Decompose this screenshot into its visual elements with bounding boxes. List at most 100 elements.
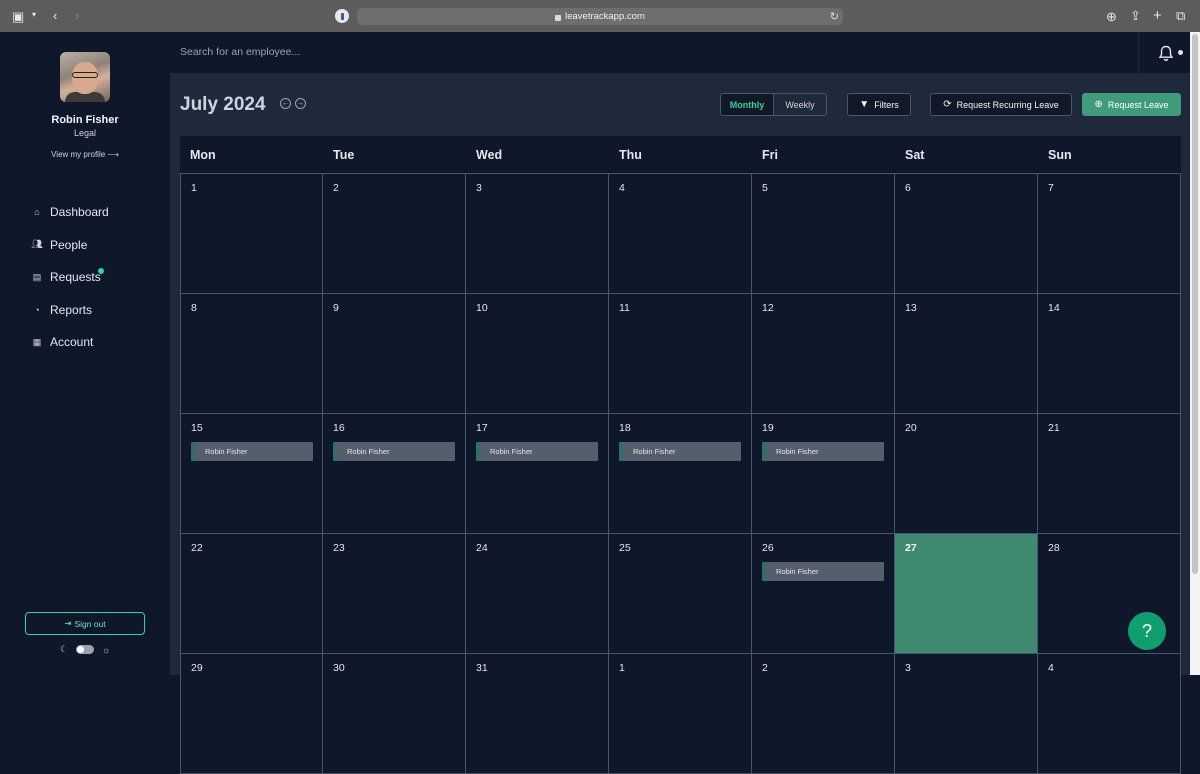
day-number: 16 [333, 422, 345, 434]
calendar-day[interactable]: 20 [895, 414, 1038, 534]
lock-icon [555, 14, 562, 21]
building-icon: ▦ [32, 336, 42, 347]
calendar-day[interactable]: 16 Robin Fisher [323, 414, 466, 534]
view-profile-link[interactable]: View my profile ⟶ [0, 150, 170, 159]
calendar: Mon Tue Wed Thu Fri Sat Sun 1 2 3 4 5 6 7 8 9 10 11 12 13 1… [180, 136, 1181, 774]
day-number: 4 [619, 182, 625, 194]
share-icon[interactable]: ⇪ [1130, 9, 1141, 22]
calendar-day[interactable]: 13 [895, 294, 1038, 414]
calendar-day[interactable]: 12 [752, 294, 895, 414]
sidebar-item-people[interactable]: 👥︎ People [31, 229, 109, 262]
weekday-label: Sat [905, 147, 925, 162]
calendar-day[interactable]: 29 [180, 654, 323, 774]
calendar-day[interactable]: 23 [323, 534, 466, 654]
calendar-day[interactable]: 5 [752, 174, 895, 294]
theme-toggle[interactable]: ☾ ☼ [60, 644, 110, 655]
previous-month-button[interactable]: ← [280, 98, 291, 109]
user-department: Legal [73, 128, 97, 138]
calendar-day[interactable]: 3 [466, 174, 609, 294]
tab-weekly[interactable]: Weekly [774, 94, 826, 115]
scrollbar-thumb[interactable] [1192, 34, 1198, 574]
forward-icon[interactable]: › [75, 9, 79, 22]
calendar-day-today[interactable]: 27 [895, 534, 1038, 654]
day-number: 1 [191, 182, 197, 194]
status-dot [1178, 50, 1183, 55]
leave-event[interactable]: Robin Fisher [762, 562, 884, 581]
weekday-label: Sun [1048, 147, 1072, 162]
calendar-day[interactable]: 4 [1038, 654, 1181, 774]
day-number: 20 [905, 422, 917, 434]
page-title: July 2024 [180, 94, 266, 115]
download-icon[interactable]: ⊕ [1106, 10, 1117, 23]
sidebar-toggle-icon[interactable]: ▣ [12, 10, 24, 23]
weekday-label: Fri [762, 147, 778, 162]
sign-out-button[interactable]: ⇥ Sign out [25, 612, 145, 635]
day-number: 1 [619, 662, 625, 674]
calendar-day[interactable]: 26 Robin Fisher [752, 534, 895, 654]
leave-event[interactable]: Robin Fisher [191, 442, 313, 461]
reload-icon[interactable]: ↻ [830, 10, 839, 23]
filters-button[interactable]: ▼ Filters [847, 93, 911, 116]
calendar-day[interactable]: 8 [180, 294, 323, 414]
moon-icon: ☾ [60, 644, 69, 654]
calendar-day[interactable]: 4 [609, 174, 752, 294]
theme-switch[interactable] [76, 645, 95, 654]
bell-icon [1158, 45, 1173, 61]
calendar-day[interactable]: 6 [895, 174, 1038, 294]
calendar-day[interactable]: 14 [1038, 294, 1181, 414]
calendar-day[interactable]: 7 [1038, 174, 1181, 294]
back-icon[interactable]: ‹ [53, 9, 57, 22]
calendar-day[interactable]: 30 [323, 654, 466, 774]
day-number: 10 [476, 302, 488, 314]
calendar-day[interactable]: 9 [323, 294, 466, 414]
request-recurring-leave-button[interactable]: ⟳ Request Recurring Leave [930, 93, 1072, 116]
address-bar[interactable]: leavetrackapp.com ↻ [357, 8, 843, 25]
weekday-label: Wed [476, 147, 503, 162]
leave-event[interactable]: Robin Fisher [619, 442, 741, 461]
sidebar-item-label: Account [50, 335, 94, 350]
calendar-day[interactable]: 10 [466, 294, 609, 414]
password-manager-icon[interactable] [335, 9, 349, 23]
calendar-day[interactable]: 24 [466, 534, 609, 654]
day-number: 29 [191, 662, 203, 674]
weekday-label: Mon [190, 147, 216, 162]
calendar-day[interactable]: 2 [323, 174, 466, 294]
calendar-day[interactable]: 18 Robin Fisher [609, 414, 752, 534]
calendar-day[interactable]: 15 Robin Fisher [180, 414, 323, 534]
avatar[interactable] [60, 52, 110, 102]
day-number: 22 [191, 542, 203, 554]
day-number: 21 [1048, 422, 1060, 434]
calendar-day[interactable]: 25 [609, 534, 752, 654]
calendar-day[interactable]: 19 Robin Fisher [752, 414, 895, 534]
tabs-overview-icon[interactable]: ⧉ [1176, 9, 1185, 22]
calendar-day[interactable]: 11 [609, 294, 752, 414]
calendar-day[interactable]: 31 [466, 654, 609, 774]
calendar-day[interactable]: 3 [895, 654, 1038, 774]
sign-out-icon: ⇥ [64, 618, 72, 628]
sidebar-item-dashboard[interactable]: ⌂ Dashboard [32, 196, 108, 229]
help-button[interactable]: ? [1128, 612, 1166, 650]
sign-out-label: Sign out [74, 618, 106, 629]
leave-event[interactable]: Robin Fisher [476, 442, 598, 461]
calendar-day[interactable]: 17 Robin Fisher [466, 414, 609, 534]
plus-circle-icon: ⊕ [1094, 99, 1103, 110]
leave-event[interactable]: Robin Fisher [333, 442, 455, 461]
request-leave-button[interactable]: ⊕ Request Leave [1082, 93, 1181, 116]
chevron-down-icon[interactable]: ▾ [32, 11, 36, 19]
sidebar-item-reports[interactable]: ◔ Reports [32, 294, 109, 327]
sidebar-item-requests[interactable]: ▤ Requests [32, 261, 109, 294]
calendar-day[interactable]: 1 [180, 174, 323, 294]
calendar-day[interactable]: 21 [1038, 414, 1181, 534]
calendar-day[interactable]: 2 [752, 654, 895, 774]
next-month-button[interactable]: → [295, 98, 306, 109]
search-input[interactable]: Search for an employee... [180, 46, 300, 58]
calendar-day[interactable]: 22 [180, 534, 323, 654]
view-toggle: Monthly Weekly [720, 93, 827, 116]
tab-monthly[interactable]: Monthly [721, 94, 774, 115]
leave-event[interactable]: Robin Fisher [762, 442, 884, 461]
sidebar-item-account[interactable]: ▦ Account [32, 326, 109, 359]
calendar-day[interactable]: 1 [609, 654, 752, 774]
notification-dot [98, 268, 104, 274]
day-number: 23 [333, 542, 345, 554]
new-tab-icon[interactable]: + [1153, 8, 1162, 23]
